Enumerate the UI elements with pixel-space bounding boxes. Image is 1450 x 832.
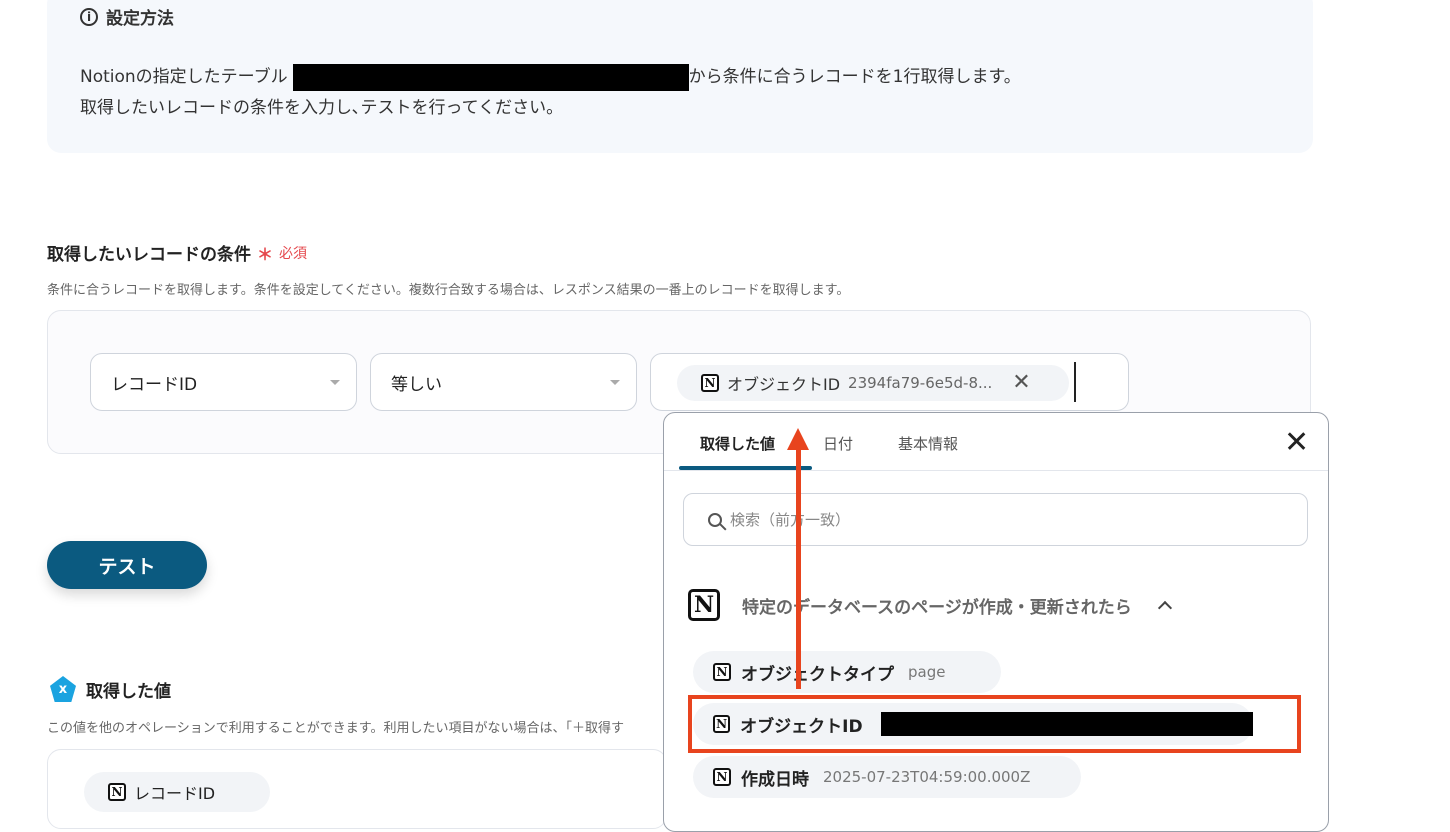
redacted-table-name (292, 63, 689, 91)
annotation-arrow-shaft (796, 445, 801, 689)
test-button[interactable]: テスト (47, 541, 207, 589)
item-label: 作成日時 (741, 769, 809, 790)
tab-date[interactable]: 日付 (823, 433, 853, 454)
info-title: i 設定方法 (80, 4, 174, 29)
condition-title-text: 取得したいレコードの条件 (47, 245, 251, 265)
retrieved-title-text: 取得した値 (86, 681, 171, 702)
chevron-up-icon[interactable] (1157, 600, 1172, 616)
chevron-down-icon (330, 380, 340, 385)
info-title-text: 設定方法 (106, 9, 174, 29)
search-icon (708, 512, 722, 527)
notion-icon: N (688, 589, 720, 621)
condition-description: 条件に合うレコードを取得します。条件を設定してください。複数行合致する場合は、レ… (47, 283, 850, 298)
value-chip[interactable]: N オブジェクトID 2394fa79-6e5d-8... ✕ (677, 365, 1069, 401)
info-line-2: 取得したいレコードの条件を入力し､テストを行ってください。 (80, 98, 564, 118)
info-icon: i (80, 7, 98, 26)
retrieved-description: この値を他のオペレーションで利用することができます。利用したい項目がない場合は、… (47, 721, 624, 736)
info-line-1-suffix: から条件に合うレコードを1行取得します。 (688, 67, 1021, 87)
search-placeholder: 検索（前方一致） (730, 511, 851, 529)
operator-select[interactable]: 等しい (370, 353, 637, 411)
value-chip-label: オブジェクトID (727, 375, 841, 394)
close-icon[interactable]: ✕ (1284, 428, 1309, 458)
retrieved-values-icon: x (50, 676, 76, 702)
info-line-1-prefix: Notionの指定したテーブル（ (80, 67, 305, 87)
info-line-1: Notionの指定したテーブル（ から条件に合うレコードを1行取得します。 (80, 62, 1021, 91)
highlight-box (688, 695, 1301, 753)
chevron-down-icon (610, 380, 620, 385)
active-tab-indicator (679, 466, 812, 470)
value-chip-value: 2394fa79-6e5d-8... (848, 374, 993, 392)
retrieved-title: x 取得した値 (50, 676, 171, 702)
required-label: 必須 (279, 245, 308, 262)
item-value: page (908, 663, 946, 681)
list-item-created-time[interactable]: N 作成日時 2025-07-23T04:59:00.000Z (693, 756, 1081, 798)
operator-select-value: 等しい (391, 374, 442, 395)
tab-retrieved-values[interactable]: 取得した値 (700, 433, 775, 454)
retrieved-item-label: レコードID (134, 784, 216, 803)
condition-title: 取得したいレコードの条件 ＊ 必須 (47, 240, 308, 266)
item-label: オブジェクトタイプ (741, 664, 894, 685)
notion-icon: N (108, 783, 126, 801)
field-select-value: レコードID (111, 374, 198, 395)
remove-chip-close-icon[interactable]: ✕ (1012, 372, 1030, 394)
trigger-group-header[interactable]: N 特定のデータベースのページが作成・更新されたら (688, 589, 1172, 621)
notion-icon: N (713, 663, 731, 681)
search-input[interactable]: 検索（前方一致） (683, 493, 1308, 546)
retrieved-item[interactable]: N レコードID (84, 772, 270, 812)
required-mark: ＊ (257, 244, 274, 264)
list-item-object-type[interactable]: N オブジェクトタイプ page (693, 651, 1001, 693)
notion-icon: N (713, 768, 731, 786)
field-select[interactable]: レコードID (90, 353, 357, 411)
tab-basic-info[interactable]: 基本情報 (898, 433, 958, 454)
text-cursor (1074, 362, 1076, 402)
annotation-arrow-head (787, 428, 809, 450)
item-value: 2025-07-23T04:59:00.000Z (823, 768, 1031, 786)
tab-divider (664, 470, 1328, 471)
notion-icon: N (701, 374, 719, 392)
